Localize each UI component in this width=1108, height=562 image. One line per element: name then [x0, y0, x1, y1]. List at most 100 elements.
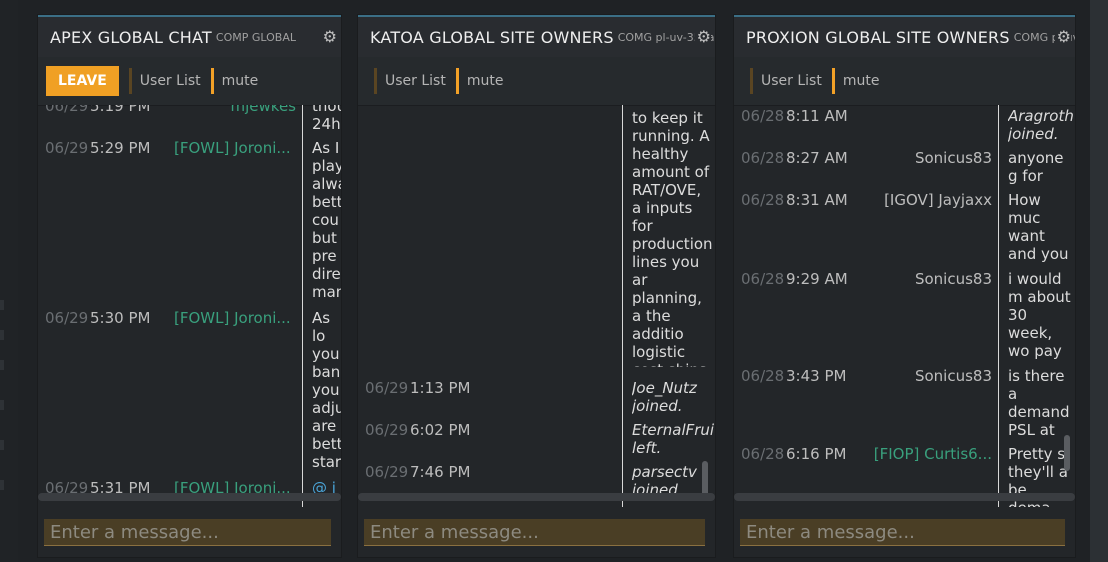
mute-label: mute	[221, 73, 259, 89]
message-sender[interactable]: [FOWL] Joroni...	[174, 309, 296, 327]
message-sender[interactable]: [FOWL] Joroni...	[174, 139, 296, 157]
message-date: 06/29	[45, 139, 89, 157]
message-time: 5:30 PM	[90, 309, 151, 327]
message-time: 7:46 PM	[410, 463, 471, 481]
message-text: anyone g for sale?	[1008, 149, 1064, 185]
gear-icon[interactable]: ⚙	[320, 27, 337, 46]
panel-subtitle: COMP GLOBAL	[215, 30, 296, 44]
mute-button[interactable]: mute	[210, 68, 259, 94]
message-date: 06/28	[741, 149, 785, 167]
panel-toolbar: User List mute	[734, 57, 1075, 106]
toggle-indicator	[750, 68, 753, 94]
message-text: is there a demand PSL at the moment?	[1008, 367, 1070, 439]
message-time: 8:11 AM	[786, 107, 848, 125]
message-date: 06/29	[365, 379, 409, 397]
user-list-label: User List	[385, 73, 446, 89]
toggle-indicator	[455, 68, 459, 94]
edge-tick	[0, 300, 4, 310]
gear-icon[interactable]: ⚙	[694, 27, 711, 46]
panel-title: APEX GLOBAL CHAT	[50, 27, 212, 47]
left-edge-strip	[0, 0, 18, 562]
message-sender[interactable]: Sonicus83	[870, 270, 992, 288]
panel-title: PROXION GLOBAL SITE OWNERS	[746, 27, 1010, 47]
mute-button[interactable]: mute	[831, 68, 880, 94]
message-text: As I play alwa bett cou but pre dire man	[312, 139, 341, 301]
message-date: 06/28	[741, 270, 785, 288]
message-time: 1:13 PM	[410, 379, 471, 397]
message-date: 06/28	[741, 445, 785, 463]
message-text: As lo you ban you adju are bett star IM	[312, 309, 341, 471]
message-text: How muc want and you want pay?	[1008, 191, 1069, 263]
horizontal-scrollbar[interactable]	[38, 493, 341, 501]
message-input-field[interactable]	[364, 519, 705, 546]
message-sender[interactable]: Sonicus83	[870, 149, 992, 167]
message-text: EternalFrui left.	[632, 421, 715, 457]
edge-tick	[0, 400, 4, 410]
user-list-button[interactable]: User List	[750, 68, 822, 94]
message-input[interactable]	[364, 519, 705, 545]
chat-panel-apex: APEX GLOBAL CHAT COMP GLOBAL ⚙ LEAVE Use…	[37, 14, 342, 558]
column-divider	[998, 105, 999, 507]
message-list[interactable]: 06/29 5:19 PM mjewkes thou 24h 06/29 5:2…	[38, 105, 341, 507]
panel-toolbar: User List mute	[358, 57, 715, 106]
column-divider	[302, 105, 303, 507]
message-date: 06/28	[741, 191, 785, 209]
message-text: i would m about 30 week, wo pay close pr…	[1008, 270, 1071, 360]
mute-label: mute	[842, 73, 880, 89]
panel-toolbar: LEAVE User List mute	[38, 57, 341, 106]
message-sender[interactable]: mjewkes	[174, 105, 296, 115]
horizontal-scrollbar[interactable]	[358, 493, 715, 501]
toggle-indicator	[831, 68, 835, 94]
message-time: 5:19 PM	[90, 105, 151, 115]
message-time: 8:31 AM	[786, 191, 848, 209]
edge-tick	[0, 480, 4, 490]
message-text: thou 24h	[312, 105, 341, 133]
user-list-label: User List	[139, 73, 201, 89]
message-input-field[interactable]	[740, 519, 1065, 546]
toggle-indicator	[374, 68, 377, 94]
message-text: Aragroth joined.	[1008, 107, 1074, 143]
mute-button[interactable]: mute	[455, 68, 504, 94]
edge-tick	[0, 440, 4, 450]
message-time: 6:02 PM	[410, 421, 471, 439]
message-sender[interactable]: Sonicus83	[870, 367, 992, 385]
message-date: 06/29	[45, 105, 89, 115]
message-text: Joe_Nutz joined.	[632, 379, 697, 415]
right-edge-strip	[1090, 0, 1108, 562]
message-date: 06/29	[45, 309, 89, 327]
message-list[interactable]: to keep it running. A healthy amount of …	[358, 105, 715, 507]
message-date: 06/28	[741, 107, 785, 125]
message-input-field[interactable]	[44, 519, 331, 546]
panel-header: APEX GLOBAL CHAT COMP GLOBAL ⚙	[38, 15, 341, 57]
message-sender[interactable]: [IGOV] Jayjaxx	[870, 191, 992, 209]
message-time: 3:43 PM	[786, 367, 847, 385]
mute-label: mute	[466, 73, 504, 89]
toggle-indicator	[210, 68, 214, 94]
user-list-label: User List	[761, 73, 822, 89]
message-text: to keep it running. A healthy amount of …	[632, 109, 713, 367]
message-list[interactable]: 06/28 8:11 AM Aragroth joined. 06/28 8:2…	[734, 105, 1075, 507]
horizontal-scrollbar[interactable]	[734, 493, 1075, 501]
message-date: 06/28	[741, 367, 785, 385]
panel-title: KATOA GLOBAL SITE OWNERS	[370, 27, 614, 47]
message-time: 6:16 PM	[786, 445, 847, 463]
chat-panel-katoa: KATOA GLOBAL SITE OWNERS COMG pl-uv-351a…	[357, 14, 716, 558]
message-date: 06/29	[365, 421, 409, 439]
message-date: 06/29	[365, 463, 409, 481]
message-input[interactable]	[44, 519, 331, 545]
message-sender[interactable]: [FIOP] Curtis6...	[870, 445, 992, 463]
message-time: 9:29 AM	[786, 270, 848, 288]
vertical-scrollbar[interactable]	[1064, 435, 1070, 471]
user-list-button[interactable]: User List	[374, 68, 446, 94]
chat-panel-proxion: PROXION GLOBAL SITE OWNERS COMG pl-uv- ⚙…	[733, 14, 1076, 558]
message-time: 8:27 AM	[786, 149, 848, 167]
column-divider	[622, 105, 623, 507]
message-input[interactable]	[740, 519, 1065, 545]
vertical-scrollbar[interactable]	[702, 461, 708, 497]
user-list-button[interactable]: User List	[128, 68, 201, 94]
panel-header: PROXION GLOBAL SITE OWNERS COMG pl-uv- ⚙	[734, 15, 1075, 57]
gear-icon[interactable]: ⚙	[1054, 27, 1071, 46]
edge-tick	[0, 360, 4, 370]
message-time: 5:29 PM	[90, 139, 151, 157]
leave-button[interactable]: LEAVE	[46, 66, 119, 96]
